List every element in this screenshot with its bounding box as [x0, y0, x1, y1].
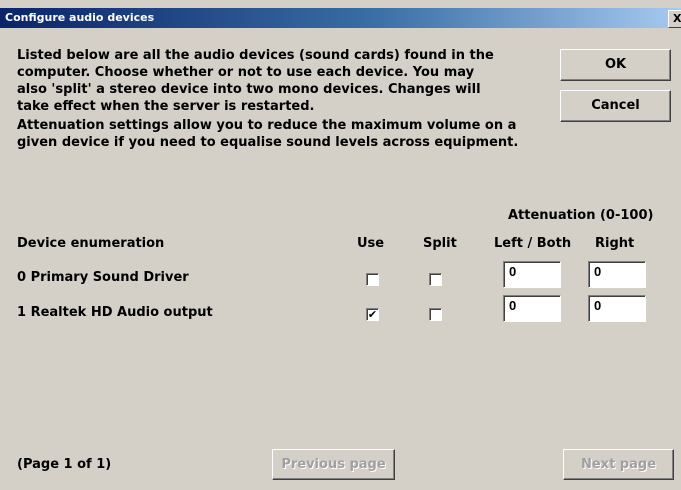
use-checkbox[interactable]: [366, 273, 379, 286]
ok-button[interactable]: OK: [560, 49, 671, 81]
attenuation-right-input[interactable]: 0: [588, 261, 646, 288]
previous-page-button[interactable]: Previous page: [272, 449, 395, 480]
intro-line: computer. Choose whether or not to use e…: [17, 65, 475, 80]
column-header-device: Device enumeration: [17, 236, 165, 251]
dialog-title: Configure audio devices: [5, 11, 155, 24]
next-page-button[interactable]: Next page: [563, 449, 674, 480]
page-indicator: (Page 1 of 1): [17, 457, 112, 472]
device-name: 1 Realtek HD Audio output: [17, 305, 213, 320]
attenuation-left-input[interactable]: 0: [503, 295, 561, 322]
intro-line: take effect when the server is restarted…: [17, 99, 315, 114]
title-bar[interactable]: Configure audio devices X: [0, 8, 681, 28]
device-name: 0 Primary Sound Driver: [17, 270, 189, 285]
use-checkbox[interactable]: ✔: [366, 308, 379, 321]
attenuation-note: Attenuation settings allow you to reduce…: [17, 117, 518, 151]
split-checkbox[interactable]: [429, 308, 442, 321]
dialog-body: Listed below are all the audio devices (…: [0, 28, 681, 490]
split-checkbox[interactable]: [429, 273, 442, 286]
intro-line: Listed below are all the audio devices (…: [17, 48, 494, 63]
intro-line: also 'split' a stereo device into two mo…: [17, 82, 481, 97]
attenuation-right-input[interactable]: 0: [588, 295, 646, 322]
column-header-left-both: Left / Both: [494, 236, 572, 251]
configure-audio-dialog: Configure audio devices X Listed below a…: [0, 0, 681, 490]
attenuation-header: Attenuation (0-100): [508, 208, 654, 223]
column-header-use: Use: [357, 236, 385, 251]
close-icon[interactable]: X: [668, 10, 681, 28]
checkmark-icon: ✔: [367, 308, 378, 321]
cancel-button[interactable]: Cancel: [560, 90, 671, 122]
column-header-right: Right: [595, 236, 635, 251]
note-line: Attenuation settings allow you to reduce…: [17, 118, 517, 133]
attenuation-left-input[interactable]: 0: [503, 261, 561, 288]
intro-text: Listed below are all the audio devices (…: [17, 47, 494, 115]
column-header-split: Split: [423, 236, 457, 251]
note-line: given device if you need to equalise sou…: [17, 135, 519, 150]
